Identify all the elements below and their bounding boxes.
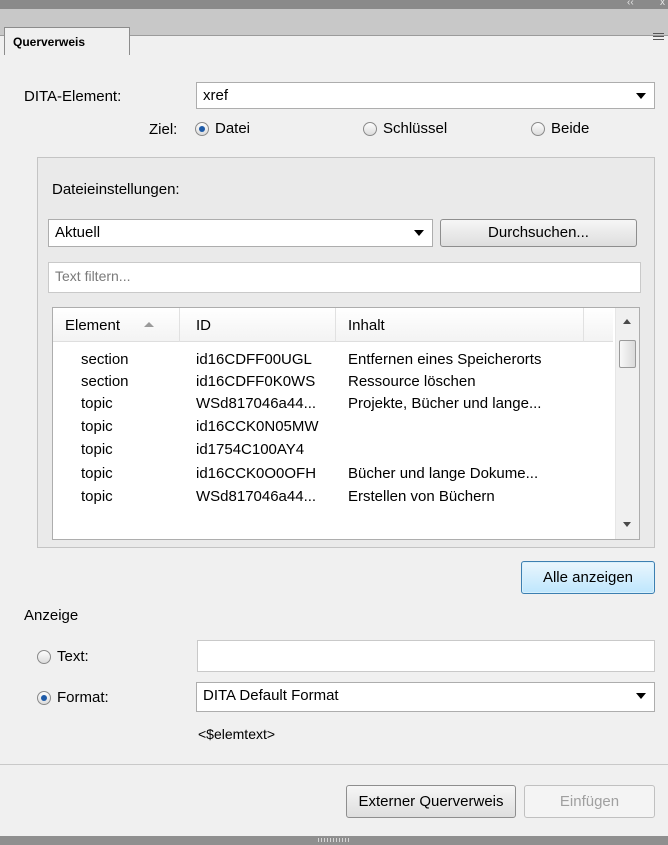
cell-id: id16CDFF00UGL <box>196 351 312 368</box>
cell-id: id1754C100AY4 <box>196 441 305 458</box>
table-row[interactable]: topic id1754C100AY4 <box>53 438 613 460</box>
cell-id: id16CCK0N05MW <box>196 418 319 435</box>
dita-element-value: xref <box>203 87 229 104</box>
format-dropdown[interactable]: DITA Default Format <box>196 682 655 712</box>
external-xref-button[interactable]: Externer Querverweis <box>346 785 516 818</box>
cell-element: topic <box>81 441 113 458</box>
dita-element-label: DITA-Element: <box>24 88 122 105</box>
scroll-up-icon[interactable] <box>623 319 631 324</box>
cell-id: WSd817046a44... <box>196 395 317 412</box>
ziel-label: Ziel: <box>149 121 178 138</box>
ziel-radio-schluessel[interactable]: Schlüssel <box>363 120 447 137</box>
table-row[interactable]: topic id16CCK0N05MW <box>53 415 613 437</box>
radio-unselected-icon <box>37 649 51 664</box>
table-row[interactable]: topic WSd817046a44... Erstellen von Büch… <box>53 485 613 507</box>
chevron-down-icon <box>414 230 424 236</box>
cell-inhalt: Projekte, Bücher und lange... <box>348 395 542 412</box>
display-text-input[interactable] <box>197 640 655 672</box>
ziel-radio-datei[interactable]: Datei <box>195 120 250 137</box>
table-row[interactable]: section id16CDFF0K0WS Ressource löschen <box>53 370 613 392</box>
insert-button[interactable]: Einfügen <box>524 785 655 818</box>
anzeige-format-label: Format: <box>57 689 109 706</box>
cell-element: topic <box>81 488 113 505</box>
cell-element: topic <box>81 395 113 412</box>
anzeige-radio-format[interactable]: Format: <box>37 689 109 706</box>
close-panel-icon[interactable]: x <box>660 0 665 8</box>
column-header-element[interactable]: Element <box>65 317 120 334</box>
panel-title-bar: ‹‹ x <box>0 0 668 9</box>
footer-divider <box>0 764 668 765</box>
ziel-radio-beide[interactable]: Beide <box>531 120 589 137</box>
cell-inhalt: Entfernen eines Speicherorts <box>348 351 542 368</box>
anzeige-radio-text[interactable]: Text: <box>37 648 89 665</box>
file-dropdown-value: Aktuell <box>55 224 101 241</box>
table-scrollbar[interactable] <box>615 308 639 539</box>
collapse-panel-icon[interactable]: ‹‹ <box>627 0 634 8</box>
radio-unselected-icon <box>363 121 377 136</box>
tab-querverweis[interactable]: Querverweis <box>4 27 130 55</box>
table-row[interactable]: section id16CDFF00UGL Entfernen eines Sp… <box>53 348 613 370</box>
file-dropdown[interactable]: Aktuell <box>48 219 433 247</box>
cell-id: WSd817046a44... <box>196 488 317 505</box>
table-row[interactable]: topic WSd817046a44... Projekte, Bücher u… <box>53 392 613 414</box>
table-header: Element ID Inhalt <box>53 308 613 342</box>
radio-selected-icon <box>195 121 209 136</box>
sort-ascending-icon <box>144 322 154 327</box>
browse-button[interactable]: Durchsuchen... <box>440 219 637 247</box>
cell-element: topic <box>81 465 113 482</box>
anzeige-heading: Anzeige <box>24 607 79 624</box>
cell-inhalt: Bücher und lange Dokume... <box>348 465 539 482</box>
column-header-inhalt[interactable]: Inhalt <box>348 317 385 334</box>
scrollbar-thumb[interactable] <box>619 340 636 368</box>
cell-inhalt: Erstellen von Büchern <box>348 488 495 505</box>
show-all-button[interactable]: Alle anzeigen <box>521 561 655 594</box>
format-dropdown-value: DITA Default Format <box>203 687 339 704</box>
cell-id: id16CDFF0K0WS <box>196 373 316 390</box>
radio-unselected-icon <box>531 121 545 136</box>
text-filter-input[interactable]: Text filtern... <box>48 262 641 293</box>
tab-label: Querverweis <box>13 35 86 49</box>
cell-element: section <box>81 351 129 368</box>
cell-element: section <box>81 373 129 390</box>
scroll-down-icon[interactable] <box>623 522 631 527</box>
ziel-option-label: Beide <box>551 120 590 137</box>
file-settings-heading: Dateieinstellungen: <box>52 181 180 198</box>
ziel-option-label: Schlüssel <box>383 120 448 137</box>
element-table: Element ID Inhalt section id16CDFF00UGL … <box>52 307 640 540</box>
cell-element: topic <box>81 418 113 435</box>
chevron-down-icon <box>636 693 646 699</box>
cell-inhalt: Ressource löschen <box>348 373 476 390</box>
ziel-option-label: Datei <box>215 120 251 137</box>
chevron-down-icon <box>636 93 646 99</box>
resize-grip-icon[interactable] <box>318 838 350 842</box>
dita-element-dropdown[interactable]: xref <box>196 82 655 109</box>
panel-menu-icon[interactable] <box>653 33 664 42</box>
anzeige-text-label: Text: <box>57 648 89 665</box>
column-header-id[interactable]: ID <box>196 317 211 334</box>
cell-id: id16CCK0O0OFH <box>196 465 317 482</box>
format-preview: <$elemtext> <box>198 726 276 742</box>
radio-selected-icon <box>37 690 51 705</box>
table-row[interactable]: topic id16CCK0O0OFH Bücher und lange Dok… <box>53 462 613 484</box>
